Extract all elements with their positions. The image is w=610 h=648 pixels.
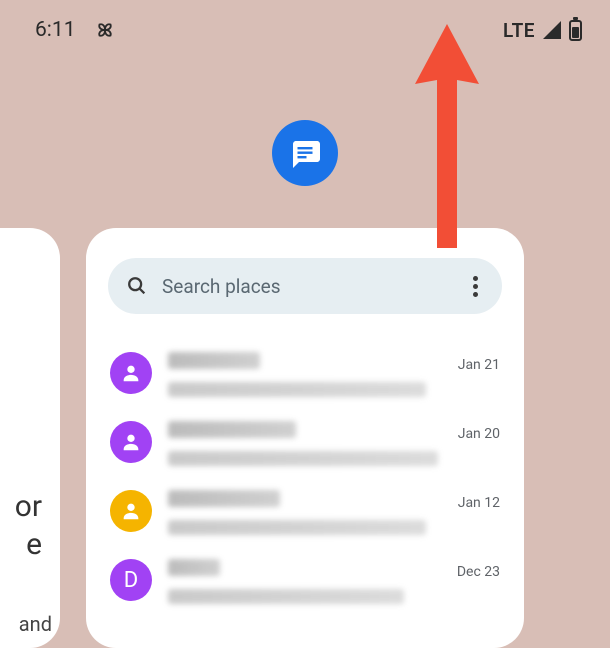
search-bar[interactable]: Search places [108, 258, 502, 314]
previous-app-card[interactable]: or e and [0, 228, 60, 648]
conversation-name-redacted [168, 421, 296, 438]
conversation-body: Jan 21 [168, 352, 500, 397]
conversation-name-redacted [168, 559, 220, 576]
avatar [110, 352, 152, 394]
conversation-date: Jan 20 [458, 426, 500, 442]
conversation-body: Jan 12 [168, 490, 500, 535]
overflow-menu-icon[interactable] [467, 270, 484, 303]
status-left: 6:11 [35, 18, 116, 42]
network-label: LTE [503, 19, 535, 42]
avatar [110, 421, 152, 463]
status-right: LTE [503, 19, 582, 42]
avatar [110, 490, 152, 532]
pinwheel-icon [94, 19, 116, 41]
app-icon-wrapper[interactable] [272, 120, 338, 186]
clock-time: 6:11 [35, 18, 76, 42]
conversation-date: Dec 23 [457, 564, 500, 580]
conversation-name-redacted [168, 490, 280, 507]
conversation-date: Jan 12 [458, 495, 500, 511]
left-card-text: or e [15, 488, 42, 563]
conversation-name-redacted [168, 352, 260, 369]
avatar: D [110, 559, 152, 601]
conversation-preview-redacted [168, 520, 426, 535]
conversation-preview-redacted [168, 589, 404, 604]
search-placeholder: Search places [162, 275, 453, 298]
conversation-date: Jan 21 [458, 357, 500, 373]
conversation-body: Dec 23 [168, 559, 500, 604]
battery-icon [569, 20, 582, 41]
conversation-row[interactable]: Jan 12 [108, 478, 502, 547]
conversation-preview-redacted [168, 382, 426, 397]
annotation-arrow [407, 24, 487, 256]
messages-app-icon[interactable] [272, 120, 338, 186]
conversation-row[interactable]: D Dec 23 [108, 547, 502, 616]
conversation-list: Jan 21 Jan 20 Jan 12 D Dec 23 [108, 340, 502, 616]
status-bar: 6:11 LTE [0, 0, 610, 50]
signal-icon [543, 21, 561, 39]
search-icon [126, 275, 148, 297]
conversation-row[interactable]: Jan 21 [108, 340, 502, 409]
chat-bubble-icon [287, 135, 323, 171]
conversation-row[interactable]: Jan 20 [108, 409, 502, 478]
conversation-preview-redacted [168, 451, 438, 466]
left-card-bottom: and [19, 612, 52, 636]
conversation-body: Jan 20 [168, 421, 500, 466]
messages-app-card[interactable]: Search places Jan 21 Jan 20 Jan 12 D Dec 23 [86, 228, 524, 648]
